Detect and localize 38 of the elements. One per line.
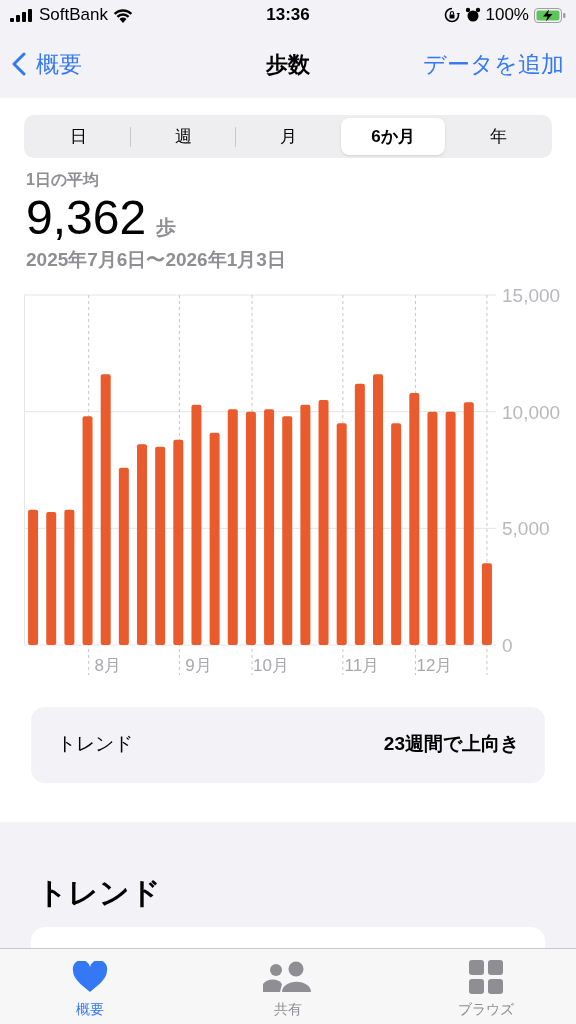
clock-time: 13:36 bbox=[266, 4, 310, 27]
chevron-left-icon bbox=[12, 52, 26, 76]
battery-percent: 100% bbox=[485, 4, 529, 27]
period-tab[interactable]: 6か月 bbox=[341, 118, 445, 155]
wifi-icon bbox=[113, 7, 133, 23]
average-value: 9,362 bbox=[26, 190, 147, 246]
people-icon bbox=[263, 961, 313, 993]
y-axis-label: 10,000 bbox=[502, 401, 561, 423]
trend-value: 23週間で上向き bbox=[383, 732, 519, 757]
period-tab[interactable]: 年 bbox=[446, 118, 550, 155]
heart-icon bbox=[72, 961, 108, 993]
back-button[interactable]: 概要 bbox=[12, 46, 82, 82]
x-axis-label: 11月 bbox=[344, 655, 380, 675]
signal-icon bbox=[10, 8, 34, 22]
x-axis-label: 10月 bbox=[253, 655, 290, 675]
date-range: 2025年7月6日〜2026年1月3日 bbox=[26, 248, 287, 272]
carrier-name: SoftBank bbox=[39, 4, 108, 27]
unit-label: 歩 bbox=[156, 215, 177, 240]
x-axis-label: 8月 bbox=[94, 655, 121, 675]
y-axis-label: 15,000 bbox=[502, 288, 561, 306]
alarm-icon bbox=[464, 7, 481, 23]
x-axis-label: 12月 bbox=[416, 655, 453, 675]
x-axis-label: 9月 bbox=[185, 655, 212, 675]
period-tab[interactable]: 日 bbox=[26, 118, 130, 155]
average-label: 1日の平均 bbox=[26, 170, 100, 190]
period-tab[interactable]: 月 bbox=[236, 118, 340, 155]
section-title: トレンド bbox=[37, 875, 162, 911]
grid-icon bbox=[469, 960, 503, 994]
battery-charging-icon bbox=[534, 7, 566, 23]
trend-row[interactable]: トレンド 23週間で上向き bbox=[31, 706, 545, 783]
y-axis-label: 5,000 bbox=[502, 517, 550, 539]
add-data-button[interactable]: データを追加 bbox=[423, 46, 564, 82]
period-tab[interactable]: 週 bbox=[131, 118, 235, 155]
page-title: 歩数 bbox=[266, 50, 310, 79]
tab-bar-item[interactable]: 概要 bbox=[40, 959, 140, 1020]
y-axis-label: 0 bbox=[502, 634, 513, 656]
rotation-lock-icon bbox=[443, 7, 460, 23]
trend-label: トレンド bbox=[57, 732, 133, 757]
